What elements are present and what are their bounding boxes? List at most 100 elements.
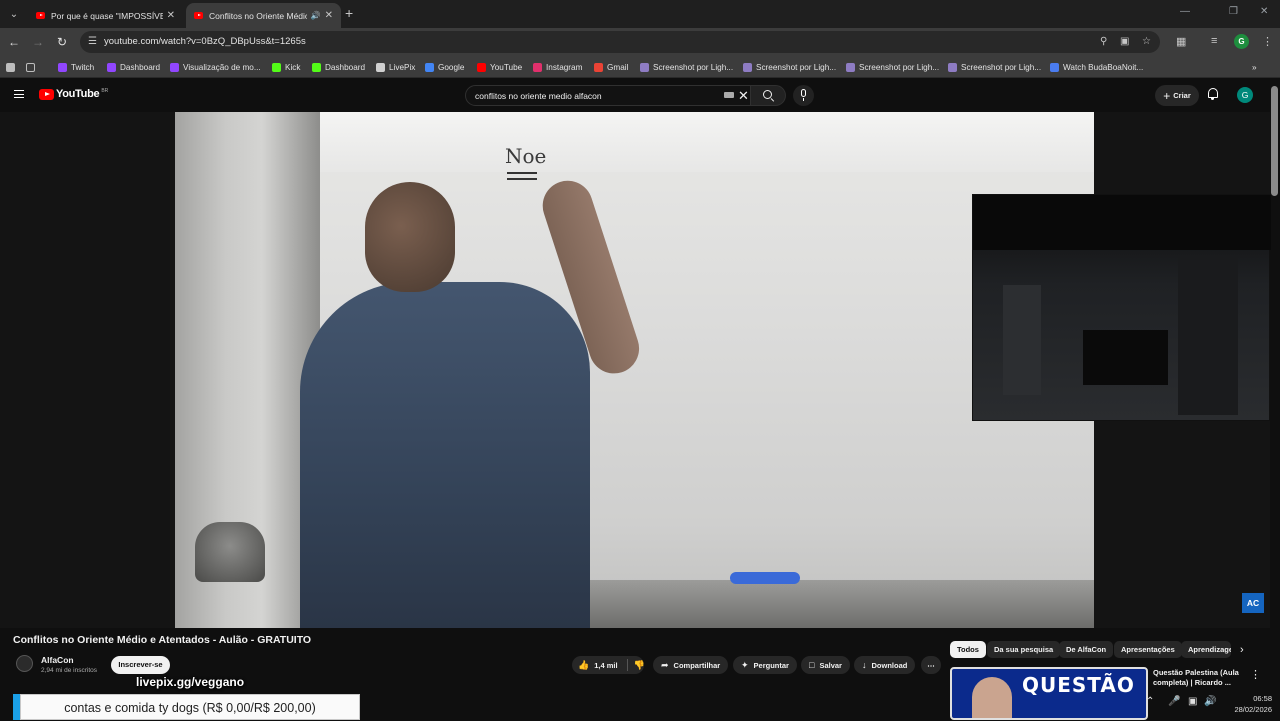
like-icon[interactable]: 👍 (578, 660, 589, 671)
reading-list-icon[interactable]: ≡ (1211, 35, 1217, 47)
close-tab-icon[interactable]: ✕ (325, 10, 333, 21)
minimize-icon[interactable]: — (1180, 6, 1190, 17)
channel-watermark[interactable]: AC (1242, 593, 1264, 613)
browser-tab-1[interactable]: Por que é quase "IMPOSSÍVEL" ✕ (28, 3, 183, 28)
video-player[interactable]: Noe AC (0, 112, 1271, 628)
new-tab-button[interactable]: + (345, 5, 353, 21)
recommended-video-title[interactable]: Questão Palestina (Aula completa) | Rica… (1153, 668, 1243, 688)
create-button[interactable]: + Criar (1155, 85, 1199, 106)
tab-search-chevron-icon[interactable]: ⌄ (4, 4, 24, 24)
like-count[interactable]: 1,4 mil (594, 661, 617, 670)
goal-bar-edge (13, 694, 20, 720)
bookmark-label: Screenshot por Ligh... (756, 62, 837, 72)
bookmark-item[interactable]: Dashboard (107, 60, 160, 74)
save-label: Salvar (819, 660, 842, 670)
clear-search-icon[interactable]: ✕ (738, 88, 749, 104)
lightshot-icon (948, 62, 957, 72)
thumbnail-person (972, 677, 1012, 718)
search-box[interactable]: ✕ (465, 85, 751, 106)
video-title: Conflitos no Oriente Médio e Atentados -… (13, 634, 312, 646)
forward-icon[interactable]: → (30, 34, 46, 50)
bookmark-item[interactable]: Screenshot por Ligh... (743, 60, 836, 74)
bookmark-item[interactable]: Screenshot por Ligh... (640, 60, 733, 74)
chip-from-channel[interactable]: De AlfaCon (1059, 641, 1114, 658)
bookmark-item[interactable]: YouTube (477, 60, 522, 74)
voice-search-button[interactable] (793, 85, 814, 106)
bookmark-item[interactable]: Kick (272, 60, 300, 74)
bookmark-item[interactable]: Visualização de mo... (170, 60, 261, 74)
audio-playing-icon[interactable]: 🔊 (311, 11, 321, 20)
bookmark-label: Google (438, 62, 465, 72)
bookmark-label: Kick (285, 62, 301, 72)
projector-device (195, 522, 265, 582)
bookmark-item[interactable]: Screenshot por Ligh... (948, 60, 1041, 74)
tray-chevron-icon[interactable]: ⌃ (1146, 696, 1154, 707)
recommended-more-icon[interactable]: ⋮ (1250, 668, 1261, 681)
youtube-favicon-icon (36, 12, 45, 19)
recommended-video-thumbnail[interactable]: QUESTÃO (950, 667, 1148, 720)
webcam-door (1003, 285, 1041, 395)
bookmark-item[interactable]: Google (425, 60, 464, 74)
ask-button[interactable]: ✦ Perguntar (733, 656, 797, 674)
close-window-icon[interactable]: ✕ (1260, 6, 1268, 17)
channel-name[interactable]: AlfaCon (41, 655, 74, 665)
system-clock[interactable]: 06:58 28/02/2026 (1232, 693, 1272, 715)
download-button[interactable]: ↓ Download (854, 656, 916, 674)
microphone-tray-icon[interactable]: 🎤 (1168, 696, 1180, 707)
bookmark-item[interactable]: Watch BudaBoaNoit... (1050, 60, 1143, 74)
search-button[interactable] (751, 85, 786, 106)
close-tab-icon[interactable]: ✕ (167, 10, 175, 21)
back-icon[interactable]: ← (6, 34, 22, 50)
bookmark-item[interactable]: Twitch (58, 60, 94, 74)
volume-tray-icon[interactable]: 🔊 (1204, 696, 1216, 707)
zoom-icon[interactable]: ⚲ (1100, 36, 1107, 47)
thumbnail-text: QUESTÃO (1022, 673, 1135, 697)
chip-learning[interactable]: Aprendizagem (1181, 641, 1231, 658)
browser-tab-2[interactable]: Conflitos no Oriente Médio 🔊 ✕ (186, 3, 341, 28)
video-frame[interactable]: Noe (175, 112, 1094, 628)
site-info-icon[interactable]: ☰ (88, 36, 97, 47)
dislike-icon[interactable]: 👎 (634, 660, 645, 671)
browser-menu-icon[interactable]: ⋮ (1262, 35, 1273, 48)
chip-all[interactable]: Todos (950, 641, 986, 658)
cast-icon[interactable]: ▣ (1120, 36, 1129, 47)
share-button[interactable]: ➦ Compartilhar (653, 656, 729, 674)
page-scrollbar[interactable] (1271, 86, 1278, 196)
bookmark-item[interactable]: Dashboard (312, 60, 365, 74)
sidebar-toggle-icon[interactable] (6, 60, 19, 74)
chevron-right-icon[interactable]: › (1240, 644, 1244, 656)
display-tray-icon[interactable]: ▣ (1188, 696, 1197, 707)
bookmark-item[interactable]: Screenshot por Ligh... (846, 60, 939, 74)
notifications-bell-icon[interactable] (1208, 88, 1218, 100)
apps-grid-icon[interactable] (26, 60, 39, 74)
reload-icon[interactable]: ↻ (54, 34, 70, 50)
download-icon: ↓ (862, 660, 867, 670)
menu-icon[interactable] (14, 90, 24, 98)
keyboard-icon[interactable] (724, 92, 734, 98)
more-actions-button[interactable]: ⋯ (921, 656, 941, 674)
account-avatar[interactable]: G (1237, 87, 1253, 103)
channel-avatar[interactable] (16, 655, 33, 672)
address-bar[interactable]: ☰ youtube.com/watch?v=0BzQ_DBpUss&t=1265… (80, 31, 1160, 53)
bookmark-item[interactable]: Instagram (533, 60, 582, 74)
bookmark-star-icon[interactable]: ☆ (1142, 36, 1151, 47)
like-dislike-group: 👍 1,4 mil 👎 (572, 656, 645, 674)
bookmark-item[interactable]: Gmail (594, 60, 628, 74)
bookmark-item[interactable]: LivePix (376, 60, 415, 74)
chip-from-search[interactable]: Da sua pesquisa (987, 641, 1061, 658)
youtube-logo[interactable]: YouTube BR (39, 88, 108, 100)
livepix-icon (376, 62, 385, 72)
bookmarks-bar: Twitch Dashboard Visualização de mo... Kick… (0, 56, 1280, 78)
chip-presentations[interactable]: Apresentações (1114, 641, 1182, 658)
browser-profile-avatar[interactable]: G (1234, 34, 1249, 49)
extensions-icon[interactable]: ▦ (1176, 35, 1186, 48)
more-bookmarks-icon[interactable]: » (1252, 60, 1257, 74)
whiteboard-underline (507, 172, 537, 180)
restore-icon[interactable]: ❐ (1229, 6, 1238, 17)
search-input[interactable] (475, 89, 715, 103)
bookmark-label: Dashboard (120, 62, 161, 72)
save-button[interactable]: □ Salvar (801, 656, 850, 674)
subscriber-count: 2,94 mi de inscritos (41, 667, 97, 674)
subscribe-button[interactable]: Inscrever-se (111, 656, 170, 674)
gmail-icon (594, 62, 603, 72)
